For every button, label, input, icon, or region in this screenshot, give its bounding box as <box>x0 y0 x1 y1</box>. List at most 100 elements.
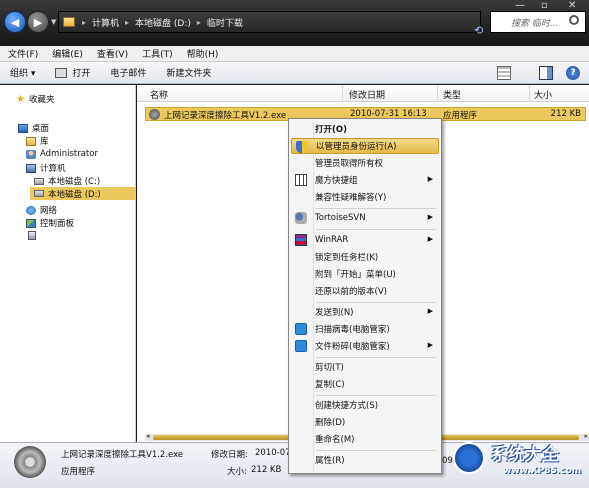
menu-view[interactable]: 查看(V) <box>89 47 134 60</box>
nav-favorites[interactable]: ★ 收藏夹 <box>16 93 55 106</box>
nav-recycle-bin[interactable] <box>28 231 40 240</box>
menu-item-take-ownership[interactable]: 管理员取得所有权 <box>291 155 439 171</box>
menu-item-shred-file[interactable]: 文件粉碎(电脑管家) ▶ <box>291 338 439 354</box>
menu-item-magic-shortcut-label: 魔方快捷组 <box>315 176 358 186</box>
menu-item-send-to[interactable]: 发送到(N) ▶ <box>291 304 439 320</box>
folder-icon <box>63 17 75 27</box>
network-icon <box>26 205 36 215</box>
menu-edit[interactable]: 编辑(E) <box>44 47 89 60</box>
menu-item-compatibility-label: 兼容性疑难解答(Y) <box>315 193 387 203</box>
new-folder-button[interactable]: 新建文件夹 <box>156 66 221 79</box>
column-date[interactable]: 修改日期 <box>349 88 385 101</box>
nav-control-panel[interactable]: 控制面板 <box>26 217 74 229</box>
menu-item-restore-versions-label: 还原以前的版本(V) <box>315 287 387 297</box>
nav-network[interactable]: 网络 <box>26 204 57 216</box>
menu-item-run-as-admin-label: 以管理员身份运行(A) <box>316 142 397 152</box>
chevron-right-icon[interactable]: ▸ <box>80 18 88 27</box>
context-menu: 打开(O) 以管理员身份运行(A) 管理员取得所有权 魔方快捷组 ▶ 兼容性疑难解… <box>288 118 442 474</box>
computer-icon <box>26 163 36 173</box>
nav-administrator[interactable]: Administrator <box>26 149 98 159</box>
address-bar[interactable]: ▸ 计算机 ▸ 本地磁盘 (D:) ▸ 临时下载 <box>58 11 481 33</box>
email-button[interactable]: 电子邮件 <box>100 66 156 79</box>
open-icon <box>55 67 68 78</box>
recycle-bin-icon <box>28 231 36 240</box>
nav-library[interactable]: 库 <box>26 135 49 147</box>
nav-computer[interactable]: 计算机 <box>26 162 66 174</box>
back-button[interactable]: ◀ <box>4 11 26 33</box>
maximize-button[interactable]: ▫ <box>541 0 548 11</box>
history-dropdown[interactable]: ▼ <box>51 18 56 26</box>
preview-pane-icon[interactable] <box>539 66 553 80</box>
open-button[interactable]: 打开 <box>45 66 100 79</box>
menu-separator <box>316 450 436 451</box>
column-divider[interactable] <box>529 85 530 102</box>
nav-disk-c[interactable]: 本地磁盘 (C:) <box>34 175 100 187</box>
column-divider[interactable] <box>342 85 343 102</box>
menu-item-rename-label: 重命名(M) <box>315 435 355 445</box>
minimize-button[interactable]: — <box>515 0 525 11</box>
menu-item-delete[interactable]: 删除(D) <box>291 414 439 430</box>
submenu-arrow-icon: ▶ <box>427 175 433 183</box>
column-name[interactable]: 名称 <box>150 88 168 101</box>
menu-item-open[interactable]: 打开(O) <box>291 121 439 137</box>
control-panel-icon <box>26 218 36 228</box>
winrar-icon <box>295 234 307 246</box>
menu-item-take-ownership-label: 管理员取得所有权 <box>315 159 384 169</box>
nav-desktop[interactable]: 桌面 <box>18 122 49 134</box>
column-type[interactable]: 类型 <box>443 88 461 101</box>
desktop-icon <box>18 123 28 133</box>
menu-item-rename[interactable]: 重命名(M) <box>291 431 439 447</box>
navigation-pane: ★ 收藏夹 桌面 库 Administrator 计算机 本地磁盘 (C:) 本地… <box>0 85 136 442</box>
menu-item-magic-shortcut[interactable]: 魔方快捷组 ▶ <box>291 172 439 188</box>
open-label: 打开 <box>72 69 91 79</box>
chevron-right-icon[interactable]: ▸ <box>195 18 203 27</box>
details-date-label: 修改日期: <box>211 450 248 460</box>
menu-item-create-shortcut[interactable]: 创建快捷方式(S) <box>291 397 439 413</box>
scroll-left-icon[interactable]: ◂ <box>146 432 150 440</box>
menu-item-tortoisesvn-label: TortoiseSVN <box>315 213 366 223</box>
menu-item-winrar[interactable]: WinRAR ▶ <box>291 232 439 248</box>
menu-separator <box>316 229 436 230</box>
menu-item-pin-start-label: 附到「开始」菜单(U) <box>315 270 396 280</box>
menu-help[interactable]: 帮助(H) <box>179 47 225 60</box>
menu-item-run-as-admin[interactable]: 以管理员身份运行(A) <box>291 138 439 154</box>
column-size[interactable]: 大小 <box>534 88 552 101</box>
breadcrumb-disk-d[interactable]: 本地磁盘 (D:) <box>131 16 195 29</box>
details-size-label: 大小: <box>227 467 247 477</box>
menu-separator <box>316 395 436 396</box>
refresh-icon[interactable]: ⟲ <box>474 24 483 37</box>
organize-button[interactable]: 组织 ▾ <box>0 66 45 79</box>
menu-item-restore-versions[interactable]: 还原以前的版本(V) <box>291 283 439 299</box>
forward-button[interactable]: ▶ <box>27 11 49 33</box>
menu-tools[interactable]: 工具(T) <box>134 47 179 60</box>
menu-item-tortoisesvn[interactable]: TortoiseSVN ▶ <box>291 210 439 226</box>
search-icon[interactable] <box>569 15 579 25</box>
menu-item-compatibility[interactable]: 兼容性疑难解答(Y) <box>291 189 439 205</box>
menu-item-pin-start[interactable]: 附到「开始」菜单(U) <box>291 266 439 282</box>
menu-item-pin-taskbar[interactable]: 锁定到任务栏(K) <box>291 249 439 265</box>
menu-item-properties-label: 属性(R) <box>315 456 345 466</box>
menu-item-copy[interactable]: 复制(C) <box>291 376 439 392</box>
menu-item-properties[interactable]: 属性(R) <box>291 452 439 468</box>
search-input[interactable]: 搜索 临时... <box>490 11 586 33</box>
menu-item-cut[interactable]: 剪切(T) <box>291 359 439 375</box>
nav-library-label: 库 <box>40 137 49 147</box>
watermark-url: www.XP85.com <box>503 466 582 476</box>
uac-shield-icon <box>296 141 308 153</box>
view-options-icon[interactable] <box>497 66 511 80</box>
breadcrumb-computer[interactable]: 计算机 <box>88 16 123 29</box>
file-name: 上网记录深度擦除工具V1.2.exe <box>164 111 287 121</box>
tortoisesvn-icon <box>295 212 307 224</box>
close-button[interactable]: ✕ <box>568 0 576 11</box>
menu-file[interactable]: 文件(F) <box>0 47 44 60</box>
chevron-right-icon[interactable]: ▸ <box>123 18 131 27</box>
column-divider[interactable] <box>437 85 438 102</box>
nav-favorites-label: 收藏夹 <box>28 95 55 105</box>
breadcrumb-temp-download[interactable]: 临时下载 <box>203 16 247 29</box>
help-icon[interactable]: ? <box>566 66 580 80</box>
nav-disk-d[interactable]: 本地磁盘 (D:) <box>30 187 135 200</box>
menu-item-scan-virus-label: 扫描病毒(电脑管家) <box>315 325 390 335</box>
column-header-row: 名称 修改日期 类型 大小 <box>137 85 589 102</box>
menu-bar: 文件(F) 编辑(E) 查看(V) 工具(T) 帮助(H) <box>0 46 589 62</box>
menu-item-scan-virus[interactable]: 扫描病毒(电脑管家) <box>291 321 439 337</box>
